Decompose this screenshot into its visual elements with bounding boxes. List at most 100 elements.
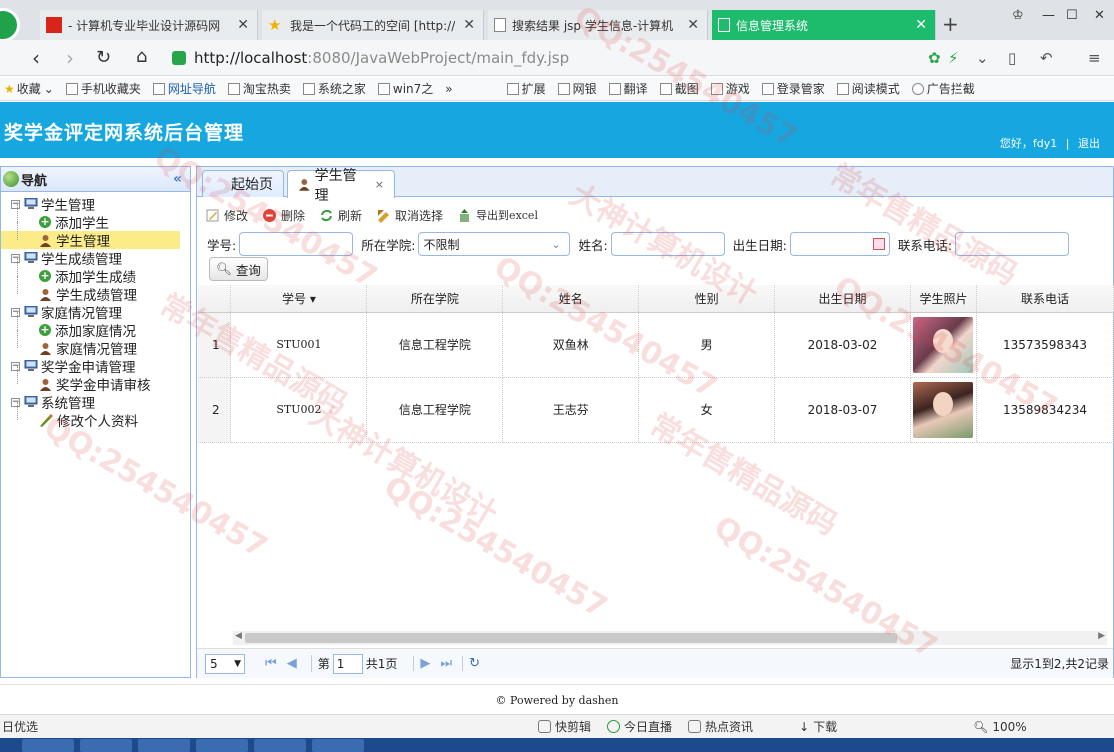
col-header-birth[interactable]: 出生日期 <box>774 285 911 313</box>
status-item-clip[interactable]: 快剪辑 <box>538 718 591 735</box>
college-select[interactable]: 不限制 ⌄ <box>418 232 571 256</box>
menu-icon[interactable]: ≡ <box>1088 49 1101 67</box>
minimize-icon[interactable]: — <box>1042 8 1055 23</box>
prev-page-icon[interactable]: ◀︎ <box>287 656 297 671</box>
taskbar-item[interactable] <box>312 739 364 752</box>
nav-group[interactable]: − 系统管理 <box>1 393 190 412</box>
nav-item[interactable]: 修改个人资料 <box>1 402 190 430</box>
scrollbar-thumb[interactable] <box>245 633 897 643</box>
lightning-icon[interactable]: ⚡ <box>948 49 959 67</box>
student-no-input[interactable] <box>239 232 354 256</box>
birth-date-input[interactable] <box>789 232 890 256</box>
refresh-button[interactable]: 刷新 <box>319 207 362 224</box>
tab-home[interactable]: 起始页 <box>202 170 284 197</box>
reload-icon[interactable]: ↻ <box>462 656 480 671</box>
export-excel-button[interactable]: 导出到excel <box>457 207 538 223</box>
table-row[interactable]: 1 STU001 信息工程学院 双鱼林 男 2018-03-02 1357359… <box>198 312 1114 378</box>
close-icon[interactable]: ✕ <box>463 17 475 33</box>
nav-item[interactable]: 家庭情况管理 <box>1 330 190 358</box>
student-photo[interactable] <box>913 316 974 373</box>
back-icon[interactable]: ‹ <box>32 46 40 70</box>
col-header-name[interactable]: 姓名 <box>502 285 640 313</box>
collapse-toggle-icon[interactable]: − <box>11 361 20 371</box>
first-page-icon[interactable]: ⏮︎ <box>265 656 277 671</box>
taskbar-item[interactable] <box>254 739 306 752</box>
taskbar-item[interactable] <box>138 739 190 752</box>
collapse-toggle-icon[interactable]: − <box>11 253 20 263</box>
scroll-left-icon[interactable]: ◀ <box>235 631 242 641</box>
page-number-input[interactable]: 1 <box>332 653 363 674</box>
taskbar-item[interactable] <box>196 739 248 752</box>
toolbar-login[interactable]: 登录管家 <box>761 80 825 97</box>
taskbar-item[interactable] <box>22 739 74 752</box>
name-input[interactable] <box>610 232 725 256</box>
scroll-right-icon[interactable]: ▶ <box>1098 631 1105 641</box>
nav-item[interactable]: 学生成绩管理 <box>1 276 190 304</box>
nav-item[interactable]: + 添加学生成绩 <box>1 258 190 286</box>
speed-icon[interactable]: ✿ <box>928 49 941 67</box>
browser-tab-1[interactable]: - 计算机专业毕业设计源码网 ✕ <box>40 10 258 40</box>
bookmark-item[interactable]: 网址导航 <box>152 80 216 97</box>
col-header-sex[interactable]: 性别 <box>638 285 776 313</box>
horizontal-scrollbar[interactable]: ◀ ▶ <box>233 631 1107 645</box>
skin-icon[interactable]: ♔ <box>1012 8 1024 23</box>
dropdown-icon[interactable]: ⌄ <box>976 49 989 67</box>
collapse-toggle-icon[interactable]: − <box>11 397 20 407</box>
last-page-icon[interactable]: ⏭︎ <box>440 656 452 671</box>
bookmark-favorites[interactable]: ★ 收藏 ⌄ <box>4 80 54 97</box>
browser-tab-active[interactable]: 信息管理系统 ✕ <box>712 10 936 40</box>
status-item-live[interactable]: 今日直播 <box>607 718 672 735</box>
toolbar-games[interactable]: 游戏 <box>710 80 750 97</box>
url-field[interactable]: http://localhost :8080/JavaWebProject/ma… <box>172 45 972 71</box>
edit-button[interactable]: 修改 <box>205 207 248 224</box>
unselect-button[interactable]: 取消选择 <box>376 207 443 224</box>
home-icon[interactable]: ⌂ <box>136 46 147 67</box>
forward-icon[interactable]: › <box>66 46 74 70</box>
student-photo[interactable] <box>913 381 974 438</box>
toolbar-reader[interactable]: 阅读模式 <box>836 80 900 97</box>
bookmarks-more[interactable]: » <box>445 82 452 96</box>
close-icon[interactable]: × <box>375 178 384 191</box>
toolbar-translate[interactable]: 翻译 <box>608 80 648 97</box>
next-page-icon[interactable]: ▶︎ <box>413 656 430 671</box>
col-header-photo[interactable]: 学生照片 <box>910 285 977 313</box>
close-window-icon[interactable]: ✕ <box>1094 8 1105 23</box>
close-icon[interactable]: ✕ <box>687 17 699 33</box>
col-header-phone[interactable]: 联系电话 <box>976 285 1114 313</box>
nav-item[interactable]: 奖学金申请审核 <box>1 366 190 394</box>
col-header-college[interactable]: 所在学院 <box>366 285 504 313</box>
nav-item[interactable]: + 添加家庭情况 <box>1 312 190 340</box>
delete-button[interactable]: 删除 <box>262 207 305 224</box>
page-size-select[interactable]: 5 ▼ <box>205 653 245 674</box>
nav-item[interactable]: 学生管理 <box>1 222 180 250</box>
bookmark-item[interactable]: win7之 <box>377 80 433 97</box>
toolbar-screenshot[interactable]: 截图 <box>659 80 699 97</box>
toolbar-extension[interactable]: 扩展 <box>506 80 546 97</box>
bookmark-item[interactable]: 淘宝热卖 <box>227 80 291 97</box>
nav-group[interactable]: − 家庭情况管理 <box>1 303 190 322</box>
new-tab-icon[interactable]: + <box>942 12 959 36</box>
reload-icon[interactable]: ↻ <box>96 47 111 68</box>
collapse-toggle-icon[interactable]: − <box>11 199 20 209</box>
tab-student-management[interactable]: 学生管理 × <box>287 168 395 204</box>
undo-icon[interactable]: ↶ <box>1040 49 1053 67</box>
browser-tab-3[interactable]: 搜索结果 jsp 学生信息-计算机 ✕ <box>488 10 708 40</box>
nav-group[interactable]: − 学生管理 <box>1 195 190 214</box>
browser-tab-2[interactable]: ★ 我是一个代码工的空间 [http:// ✕ <box>262 10 484 40</box>
bookmark-item[interactable]: 手机收藏夹 <box>65 80 141 97</box>
status-item-news[interactable]: 热点资讯 <box>688 718 753 735</box>
query-button[interactable]: 🔍︎ 查询 <box>209 257 268 281</box>
toolbar-adblock[interactable]: 广告拦截 <box>911 80 975 97</box>
phone-icon[interactable]: ▯ <box>1008 49 1016 67</box>
status-item-zoom[interactable]: 🔍︎ 100% <box>973 720 1027 734</box>
nav-item[interactable]: + 添加学生 <box>1 204 190 232</box>
phone-input[interactable] <box>955 232 1070 256</box>
col-header-student-no[interactable]: 学号 ▾ <box>230 285 368 313</box>
collapse-toggle-icon[interactable]: − <box>11 307 20 317</box>
status-left-text[interactable]: 日优选 <box>2 718 38 735</box>
collapse-icon[interactable]: « <box>173 171 182 187</box>
calendar-icon[interactable] <box>872 238 885 250</box>
table-row[interactable]: 2 STU002 信息工程学院 王志芬 女 2018-03-07 1358983… <box>198 377 1114 443</box>
toolbar-bank[interactable]: 网银 <box>557 80 597 97</box>
bookmark-item[interactable]: 系统之家 <box>302 80 366 97</box>
